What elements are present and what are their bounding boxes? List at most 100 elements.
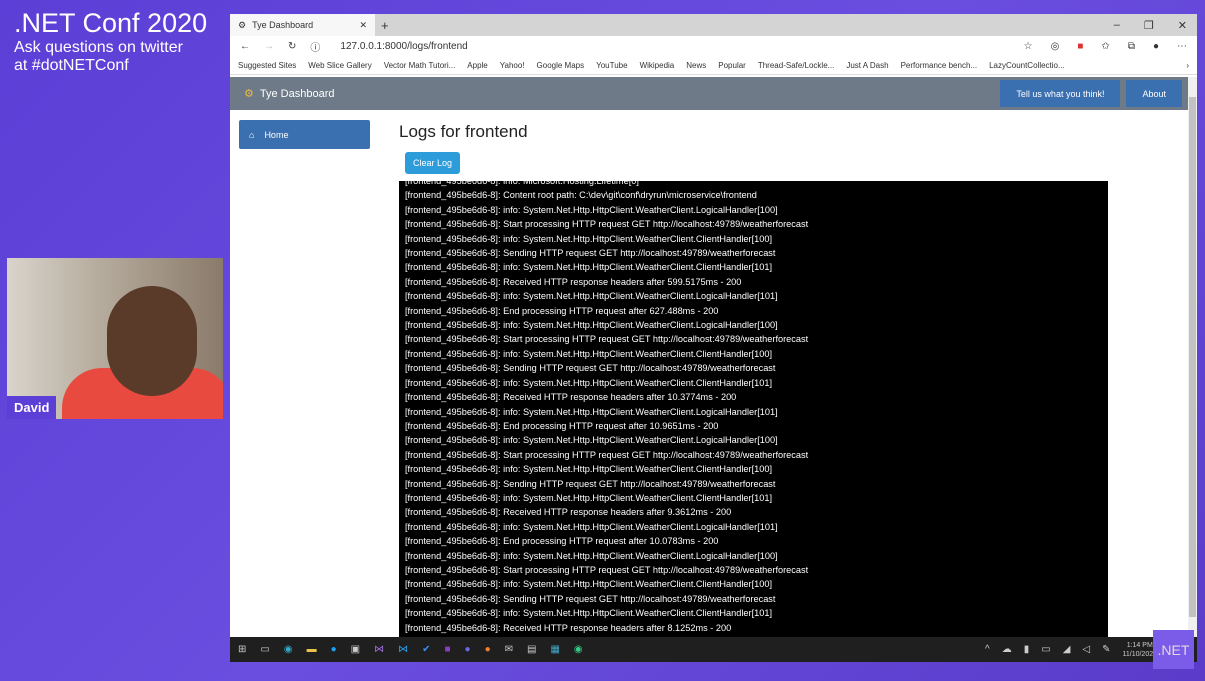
forward-icon[interactable]: → xyxy=(264,41,274,52)
brand[interactable]: ⚙ Tye Dashboard xyxy=(244,87,335,101)
volume-icon[interactable]: ◁ xyxy=(1082,644,1090,655)
todo-icon[interactable]: ✔ xyxy=(422,644,430,655)
visual-studio-icon[interactable]: ⋈ xyxy=(374,644,384,655)
favorite-star-icon[interactable]: ☆ xyxy=(1024,41,1033,52)
network-icon[interactable]: ◢ xyxy=(1063,644,1071,655)
log-line: [frontend_495be6d6-8]: Received HTTP res… xyxy=(405,276,742,287)
feedback-button[interactable]: Tell us what you think! xyxy=(1000,80,1121,107)
sidebar-item-home[interactable]: ⌂ Home xyxy=(239,120,370,149)
about-button[interactable]: About xyxy=(1126,80,1182,107)
new-tab-icon[interactable]: + xyxy=(381,18,389,33)
address-bar: ← → ↻ ⓘ 127.0.0.1:8000/logs/frontend ☆ ◎ ■… xyxy=(230,36,1197,57)
tray-chevron-icon[interactable]: ^ xyxy=(985,644,990,655)
bookmark-item[interactable]: LazyCountCollectio... xyxy=(989,61,1065,70)
windows-start-icon[interactable]: ⊞ xyxy=(238,644,246,655)
clear-log-button[interactable]: Clear Log xyxy=(405,152,461,174)
log-line: [frontend_495be6d6-8]: info: System.Net.… xyxy=(405,233,773,244)
log-line: [frontend_495be6d6-8]: Start processing … xyxy=(405,219,809,230)
onedrive-icon[interactable]: ☁ xyxy=(1002,644,1012,655)
restore-icon[interactable]: ❐ xyxy=(1144,19,1154,32)
teams-icon[interactable]: ● xyxy=(465,644,471,655)
log-line: [frontend_495be6d6-8]: info: System.Net.… xyxy=(405,608,773,619)
twitter-icon[interactable]: ● xyxy=(331,644,337,655)
log-line: [frontend_495be6d6-8]: info: System.Net.… xyxy=(405,435,778,446)
log-line: [frontend_495be6d6-8]: info: System.Net.… xyxy=(405,579,773,590)
home-icon: ⌂ xyxy=(249,129,255,140)
webcam-feed: David xyxy=(7,258,223,419)
taskbar: ⊞ ▭ ◉ ▬ ● ▣ ⋈ ⋈ ✔ ■ ● ● ✉ ▤ ▦ ◉ ^ ☁ ▮ ▭ … xyxy=(230,637,1197,662)
log-line: [frontend_495be6d6-8]: info: System.Net.… xyxy=(405,377,773,388)
scrollbar[interactable] xyxy=(1188,77,1197,637)
bookmark-item[interactable]: Wikipedia xyxy=(640,61,675,70)
scrollbar-thumb[interactable] xyxy=(1189,97,1196,617)
bookmark-item[interactable]: Vector Math Tutori... xyxy=(384,61,456,70)
log-line: [frontend_495be6d6-8]: info: System.Net.… xyxy=(405,521,778,532)
refresh-icon[interactable]: ↻ xyxy=(288,41,296,52)
bookmark-item[interactable]: Just A Dash xyxy=(846,61,888,70)
sidebar-item-label: Home xyxy=(264,129,289,140)
bookmark-item[interactable]: News xyxy=(686,61,706,70)
conf-line2: at #dotNETConf xyxy=(14,57,129,74)
url-input[interactable]: 127.0.0.1:8000/logs/frontend xyxy=(340,41,467,52)
log-line: [frontend_495be6d6-8]: info: System.Net.… xyxy=(405,262,773,273)
bookmark-item[interactable]: Thread-Safe/Lockle... xyxy=(758,61,834,70)
favorites-icon[interactable]: ✩ xyxy=(1101,41,1109,52)
microphone-icon[interactable]: ▮ xyxy=(1024,644,1030,655)
close-tab-icon[interactable]: ✕ xyxy=(359,20,367,31)
log-line: [frontend_495be6d6-8]: End processing HT… xyxy=(405,305,719,316)
bookmark-item[interactable]: Popular xyxy=(718,61,746,70)
bookmark-item[interactable]: Apple xyxy=(467,61,487,70)
close-window-icon[interactable]: ✕ xyxy=(1178,19,1187,32)
browser-window: ⚙ Tye Dashboard ✕ + – ❐ ✕ ← → ↻ ⓘ 127.0.0.… xyxy=(230,14,1197,662)
gear-icon: ⚙ xyxy=(238,19,247,30)
remote-icon[interactable]: ▤ xyxy=(527,644,536,655)
gear-icon: ⚙ xyxy=(244,88,254,100)
log-line: [frontend_495be6d6-8]: info: System.Net.… xyxy=(405,204,778,215)
time: 1:14 PM xyxy=(1126,641,1153,649)
edge-dev-icon[interactable]: ◉ xyxy=(574,644,583,655)
log-line: [frontend_495be6d6-8]: Received HTTP res… xyxy=(405,392,737,403)
log-output[interactable]: [frontend_495be6d6-8]: info: Microsoft.H… xyxy=(399,181,1108,637)
log-line: [frontend_495be6d6-8]: Sending HTTP requ… xyxy=(405,593,776,604)
app-orange-icon[interactable]: ● xyxy=(485,644,491,655)
log-line: [frontend_495be6d6-8]: Start processing … xyxy=(405,334,809,345)
tab-tye-dashboard[interactable]: ⚙ Tye Dashboard ✕ xyxy=(230,14,375,36)
log-line: [frontend_495be6d6-8]: info: System.Net.… xyxy=(405,550,778,561)
bookmark-item[interactable]: YouTube xyxy=(596,61,627,70)
extension-red-icon[interactable]: ■ xyxy=(1077,41,1083,52)
bookmark-item[interactable]: Google Maps xyxy=(537,61,585,70)
app-header: ⚙ Tye Dashboard Tell us what you think! A… xyxy=(230,77,1188,110)
speaker-name: David xyxy=(7,396,57,419)
edge-icon[interactable]: ◉ xyxy=(284,644,293,655)
apps-icon[interactable]: ▦ xyxy=(550,644,559,655)
bookmark-item[interactable]: Web Slice Gallery xyxy=(308,61,371,70)
collections-icon[interactable]: ⧉ xyxy=(1128,41,1135,52)
bookmarks-bar: Suggested Sites Web Slice Gallery Vector M… xyxy=(230,57,1197,75)
bookmark-item[interactable]: Yahoo! xyxy=(500,61,525,70)
vscode-icon[interactable]: ⋈ xyxy=(398,644,408,655)
pen-icon[interactable]: ✎ xyxy=(1102,644,1110,655)
clock[interactable]: 1:14 PM 11/10/2020 xyxy=(1122,641,1157,659)
back-icon[interactable]: ← xyxy=(240,41,250,52)
conf-overlay: .NET Conf 2020 Ask questions on twitter … xyxy=(14,8,207,75)
menu-icon[interactable]: ⋯ xyxy=(1177,41,1187,52)
brand-name: Tye Dashboard xyxy=(259,87,335,100)
terminal-icon[interactable]: ▣ xyxy=(351,644,360,655)
bookmark-item[interactable]: Performance bench... xyxy=(901,61,977,70)
task-view-icon[interactable]: ▭ xyxy=(260,644,269,655)
file-explorer-icon[interactable]: ▬ xyxy=(307,644,317,655)
bookmark-item[interactable]: Suggested Sites xyxy=(238,61,296,70)
log-line: [frontend_495be6d6-8]: info: System.Net.… xyxy=(405,406,778,417)
conf-line1: Ask questions on twitter xyxy=(14,39,183,56)
log-line: [frontend_495be6d6-8]: info: System.Net.… xyxy=(405,348,773,359)
extension-icon[interactable]: ◎ xyxy=(1051,41,1060,52)
bookmarks-more-icon[interactable]: › xyxy=(1186,61,1189,70)
log-line: [frontend_495be6d6-8]: info: System.Net.… xyxy=(405,320,778,331)
log-line: [frontend_495be6d6-8]: Content root path… xyxy=(405,190,757,201)
profile-avatar[interactable]: ● xyxy=(1153,41,1159,52)
mail-icon[interactable]: ✉ xyxy=(505,644,513,655)
minimize-icon[interactable]: – xyxy=(1114,19,1120,32)
onenote-icon[interactable]: ■ xyxy=(444,644,450,655)
log-line: [frontend_495be6d6-8]: Sending HTTP requ… xyxy=(405,363,776,374)
battery-icon[interactable]: ▭ xyxy=(1041,644,1050,655)
